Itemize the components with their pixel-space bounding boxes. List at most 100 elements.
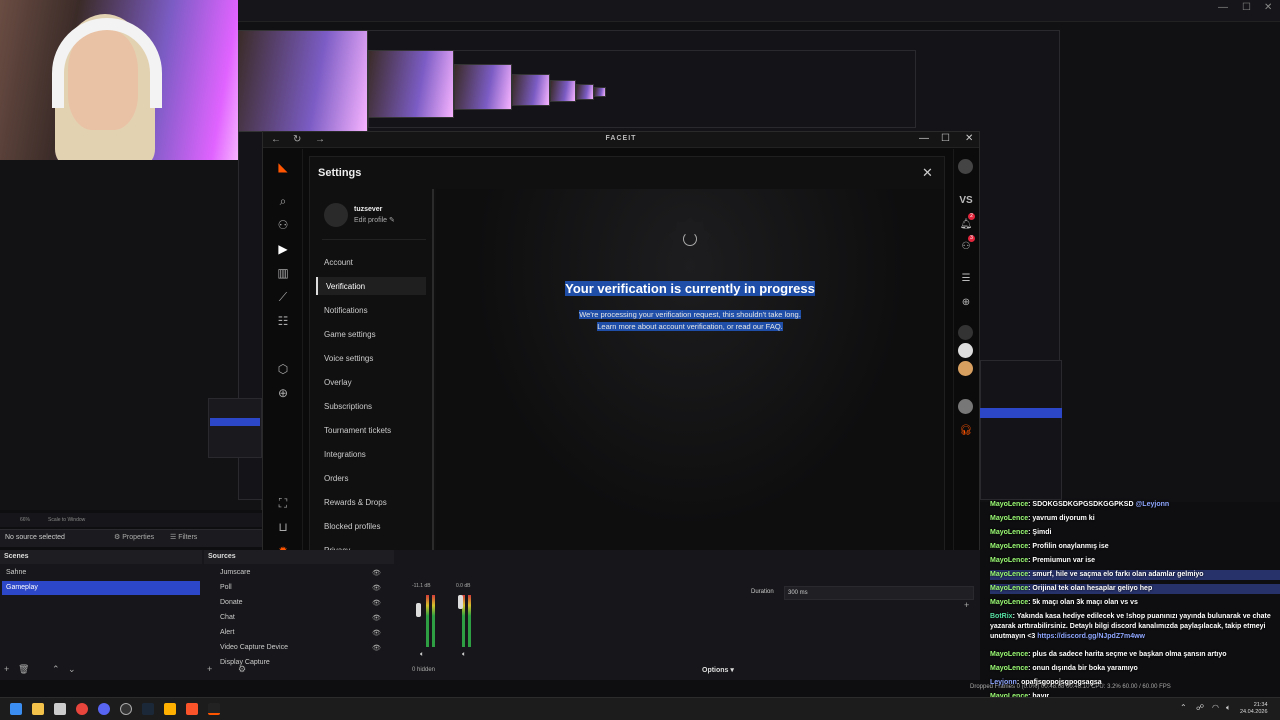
friend-avatar[interactable] — [958, 399, 973, 414]
brave-icon[interactable] — [186, 703, 198, 715]
chat-username[interactable]: MayoLence — [990, 665, 1028, 672]
add-scene-button[interactable]: + — [4, 664, 9, 674]
friends-icon[interactable]: ⚇ — [275, 217, 291, 233]
settings-nav-subscriptions[interactable]: Subscriptions — [316, 397, 426, 415]
chat-username[interactable]: MayoLence — [990, 585, 1028, 592]
source-item[interactable]: Video Capture Device — [206, 641, 392, 655]
fullscreen-icon[interactable]: ⛶ — [275, 495, 291, 511]
settings-nav-orders[interactable]: Orders — [316, 469, 426, 487]
chat-username[interactable]: MayoLence — [990, 557, 1028, 564]
scene-item[interactable]: Sahne — [2, 566, 200, 580]
settings-nav-integrations[interactable]: Integrations — [316, 445, 426, 463]
speaker-icon[interactable]: 🔈︎ — [420, 651, 424, 659]
folder-icon[interactable] — [164, 703, 176, 715]
chat-username[interactable]: MayoLence — [990, 651, 1028, 658]
close-icon[interactable]: ✕ — [1264, 2, 1272, 13]
clubs-icon[interactable]: ⬡ — [275, 361, 291, 377]
move-up-button[interactable]: ⌃ — [52, 664, 60, 675]
settings-nav-tournament-tickets[interactable]: Tournament tickets — [316, 421, 426, 439]
source-item[interactable]: Display Capture — [206, 656, 392, 670]
rankings-icon[interactable]: ▥ — [275, 265, 291, 281]
options-button[interactable]: Options ▾ — [702, 666, 734, 674]
visibility-icon[interactable]: 👁︎ — [372, 614, 381, 622]
visibility-icon[interactable]: 👁︎ — [372, 599, 381, 607]
edit-profile-link[interactable]: Edit profile ✎ — [354, 216, 395, 224]
chat-link[interactable]: https://discord.gg/NJpdZ7m4ww — [1037, 633, 1145, 640]
settings-nav-verification[interactable]: Verification — [316, 277, 426, 295]
source-item[interactable]: Jumscare — [206, 566, 392, 580]
chat-username[interactable]: MayoLence — [990, 501, 1028, 508]
wifi-icon[interactable]: ◠ — [1212, 703, 1219, 712]
chat-username[interactable]: MayoLence — [990, 543, 1028, 550]
play-icon[interactable]: ▶ — [275, 241, 291, 257]
chat-username[interactable]: MayoLence — [990, 529, 1028, 536]
settings-nav-rewards-drops[interactable]: Rewards & Drops — [316, 493, 426, 511]
stats-icon[interactable]: ⟋ — [275, 289, 291, 305]
settings-nav-overlay[interactable]: Overlay — [316, 373, 426, 391]
close-icon[interactable]: ✕ — [965, 133, 973, 144]
settings-nav-voice-settings[interactable]: Voice settings — [316, 349, 426, 367]
windows-start-icon[interactable] — [10, 703, 22, 715]
add-icon[interactable]: ⊕ — [275, 385, 291, 401]
settings-nav-notifications[interactable]: Notifications — [316, 301, 426, 319]
settings-nav-blocked-profiles[interactable]: Blocked profiles — [316, 517, 426, 535]
avatar[interactable] — [324, 203, 348, 227]
move-down-button[interactable]: ⌄ — [68, 664, 76, 675]
chat-username[interactable]: BotRix — [990, 613, 1013, 620]
chevron-up-icon[interactable]: ⌃ — [1180, 703, 1187, 712]
minimize-icon[interactable]: — — [1218, 2, 1228, 13]
maximize-icon[interactable]: ☐ — [1242, 2, 1251, 13]
friend-avatar[interactable] — [958, 343, 973, 358]
visibility-icon[interactable]: 👁︎ — [372, 569, 381, 577]
filters-button[interactable]: ☰ Filters — [170, 533, 197, 541]
volume-slider[interactable] — [458, 595, 463, 609]
source-item[interactable]: Donate — [206, 596, 392, 610]
close-icon[interactable]: ✕ — [922, 165, 933, 181]
visibility-icon[interactable]: 👁︎ — [372, 629, 381, 637]
remove-scene-button[interactable]: 🗑︎ — [18, 664, 29, 675]
scene-item[interactable]: Gameplay — [2, 581, 200, 595]
discord-icon[interactable] — [98, 703, 110, 715]
add-friend-icon[interactable]: ⊕ — [958, 295, 974, 311]
friend-avatar[interactable] — [958, 361, 973, 376]
add-source-button[interactable]: + — [207, 664, 212, 674]
source-item[interactable]: Poll — [206, 581, 392, 595]
visibility-icon[interactable]: 👁︎ — [372, 584, 381, 592]
source-item[interactable]: Chat — [206, 611, 392, 625]
settings-nav-game-settings[interactable]: Game settings — [316, 325, 426, 343]
properties-button[interactable]: ⚙ Properties — [114, 533, 154, 541]
chat-username[interactable]: MayoLence — [990, 599, 1028, 606]
file-explorer-icon[interactable] — [32, 703, 44, 715]
headset-icon[interactable]: 🎧︎ — [958, 423, 974, 439]
search-icon[interactable]: ⌕ — [275, 193, 291, 209]
scale-mode[interactable]: Scale to Window — [48, 517, 85, 523]
chat-username[interactable]: MayoLence — [990, 571, 1028, 578]
visibility-icon[interactable]: 👁︎ — [372, 644, 381, 652]
chrome-icon[interactable] — [76, 703, 88, 715]
volume-icon[interactable]: 🔈︎ — [1226, 703, 1231, 713]
source-item[interactable]: Alert — [206, 626, 392, 640]
leaderboard-icon[interactable]: ☷ — [275, 313, 291, 329]
party-icon[interactable]: ☰ — [958, 271, 974, 287]
vs-icon[interactable]: VS — [958, 193, 974, 209]
minimize-icon[interactable]: — — [919, 133, 929, 144]
volume-slider[interactable] — [416, 603, 421, 617]
speaker-icon[interactable]: 🔈︎ — [462, 651, 466, 659]
add-transition-button[interactable]: + — [964, 600, 969, 610]
chat-username[interactable]: MayoLence — [990, 515, 1028, 522]
steam-icon[interactable] — [142, 703, 154, 715]
faceit-icon[interactable] — [208, 703, 220, 715]
settings-nav-account[interactable]: Account — [316, 253, 426, 271]
shop-icon[interactable]: ⊔ — [275, 519, 291, 535]
faceit-logo-icon[interactable]: ◣ — [275, 159, 291, 175]
settings-icon[interactable]: ⚙ — [238, 664, 246, 675]
duration-input[interactable]: 300 ms — [784, 586, 974, 600]
calendar-icon[interactable] — [54, 703, 66, 715]
obs-icon[interactable] — [120, 703, 132, 715]
verification-line-2[interactable]: Learn more about account verification, o… — [436, 322, 944, 331]
friend-avatar[interactable] — [958, 325, 973, 340]
network-icon[interactable]: ☍ — [1196, 703, 1204, 712]
maximize-icon[interactable]: ☐ — [941, 133, 950, 144]
avatar[interactable] — [958, 159, 973, 174]
chat-username[interactable]: Leyjonn — [990, 679, 1017, 686]
